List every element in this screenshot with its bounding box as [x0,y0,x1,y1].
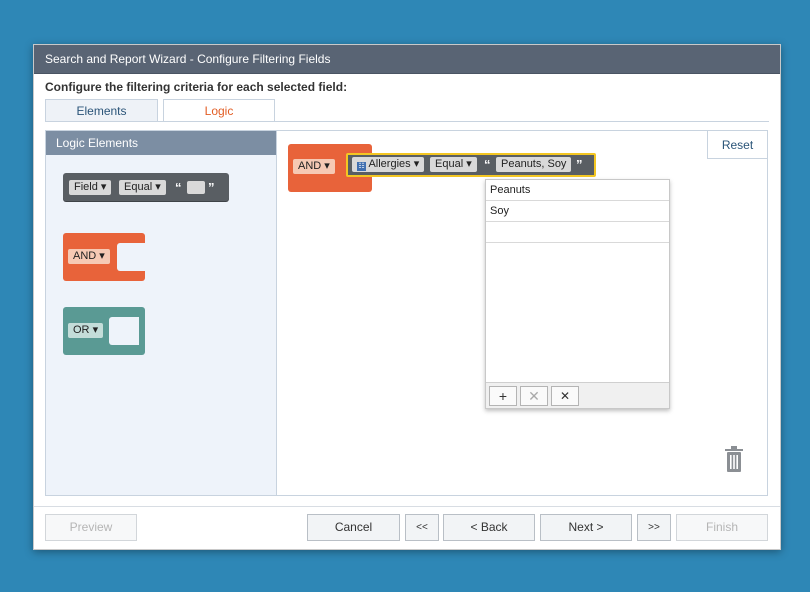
chevron-down-icon: ▾ [92,324,99,336]
field-dropdown-label: Field [74,181,98,193]
chevron-down-icon: ▾ [324,160,330,172]
condition-field-label: Allergies [368,158,411,170]
condition-close-quote: ” [576,157,583,172]
open-quote: “ [175,180,182,195]
condition-operator-dropdown[interactable]: Equal ▾ [430,157,477,172]
chevron-down-icon: ▾ [100,181,107,193]
first-page-button[interactable]: << [405,514,439,541]
condition-value[interactable]: Peanuts, Soy [496,157,572,172]
finish-button[interactable]: Finish [676,514,768,541]
next-button[interactable]: Next > [540,514,632,541]
or-block-template[interactable]: OR ▾ [63,307,145,355]
operator-dropdown-label: Equal [124,181,153,193]
preview-button[interactable]: Preview [45,514,137,541]
last-page-button[interactable]: >> [637,514,671,541]
clear-all-icon: ✕ [559,389,571,403]
operator-dropdown[interactable]: Equal ▾ [119,180,166,195]
logic-canvas[interactable]: Reset AND ▾ ☷ Allergies ▾ Equal ▾ “ Pean… [278,131,767,495]
field-block-template[interactable]: Field ▾ Equal ▾ “ ” [63,173,229,201]
condition-operator-label: Equal [435,158,464,170]
clear-all-button[interactable]: ✕ [551,386,579,406]
content-area: Logic Elements Field ▾ Equal ▾ “ ” AND ▾… [45,130,768,496]
or-dropdown-label: OR [73,324,90,336]
and-dropdown-label: AND [73,250,97,262]
chevron-down-icon: ▾ [413,158,420,170]
back-button[interactable]: < Back [443,514,535,541]
value-input[interactable] [187,181,205,194]
footer-divider [34,506,780,507]
condition-field-dropdown[interactable]: ☷ Allergies ▾ [352,157,425,172]
or-dropdown[interactable]: OR ▾ [68,323,104,338]
and-block-template[interactable]: AND ▾ [63,233,147,281]
wizard-dialog: Search and Report Wizard - Configure Fil… [33,44,781,550]
chevron-down-icon: ▾ [99,250,105,262]
logic-panel-header: Logic Elements [46,131,276,155]
or-block-slot [109,317,139,345]
trash-icon[interactable] [724,446,744,472]
dropdown-toolbar: + ✕ ✕ [486,382,669,408]
window-title: Search and Report Wizard - Configure Fil… [34,45,780,74]
and-block-dropdown-label: AND [298,160,322,172]
add-item-button[interactable]: + [489,386,517,406]
tab-logic[interactable]: Logic [163,99,275,122]
tab-elements[interactable]: Elements [45,99,158,122]
list-item[interactable] [486,222,669,243]
list-item[interactable]: Peanuts [486,180,669,201]
and-dropdown[interactable]: AND ▾ [68,249,110,264]
value-list-dropdown: Peanuts Soy + ✕ ✕ [485,179,670,409]
condition-open-quote: “ [484,157,491,172]
and-block-dropdown[interactable]: AND ▾ [293,159,335,174]
reset-button[interactable]: Reset [707,131,767,159]
tab-divider [45,121,769,122]
field-dropdown[interactable]: Field ▾ [69,180,112,195]
chevron-down-icon: ▾ [155,181,161,193]
delete-item-button[interactable]: ✕ [520,386,548,406]
list-icon: ☷ [357,162,366,171]
close-icon: ✕ [528,388,540,404]
logic-elements-panel: Logic Elements Field ▾ Equal ▾ “ ” AND ▾… [46,131,277,495]
page-subtitle: Configure the filtering criteria for eac… [45,80,348,94]
and-block-slot [117,243,147,271]
plus-icon: + [498,388,508,404]
close-quote: ” [208,180,215,195]
cancel-button[interactable]: Cancel [307,514,400,541]
list-item[interactable]: Soy [486,201,669,222]
chevron-down-icon: ▾ [466,158,472,170]
condition-block[interactable]: ☷ Allergies ▾ Equal ▾ “ Peanuts, Soy ” [346,153,596,177]
